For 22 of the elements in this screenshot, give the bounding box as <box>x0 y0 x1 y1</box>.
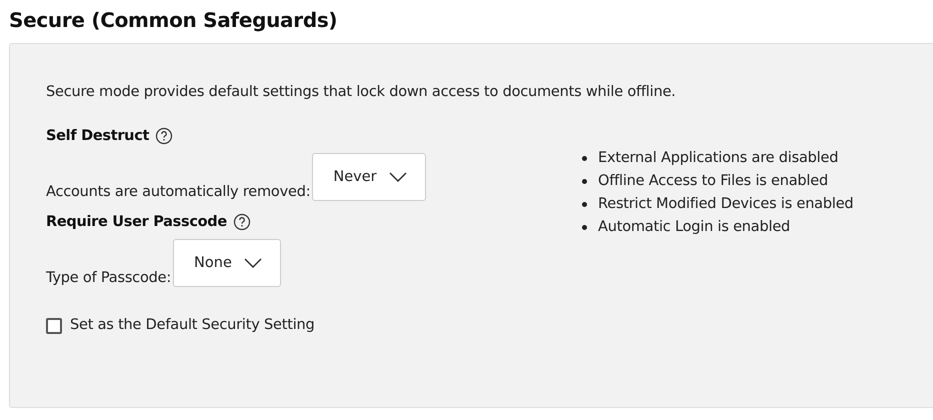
bullet-icon <box>582 224 587 230</box>
setting-heading: Self Destruct <box>46 128 150 144</box>
feature-item: External Applications are disabled <box>598 150 838 166</box>
help-icon[interactable] <box>155 127 174 145</box>
help-icon[interactable] <box>232 213 251 231</box>
description-text: Secure mode provides default settings that lock down access to documents while offline. <box>46 84 677 100</box>
bullet-icon <box>582 178 587 184</box>
setting-label: Accounts are automatically removed: <box>46 184 310 201</box>
feature-item: Restrict Modified Devices is enabled <box>598 196 854 212</box>
dropdown[interactable]: Never <box>312 153 426 201</box>
bullet-icon <box>582 156 587 160</box>
feature-item: Automatic Login is enabled <box>598 219 790 235</box>
setting-heading: Require User Passcode <box>46 214 227 230</box>
bullet-icon <box>582 202 587 206</box>
checkbox[interactable] <box>46 318 62 334</box>
chevron-down-icon <box>388 172 407 182</box>
chevron-down-icon <box>244 258 262 268</box>
section-title: Secure (Common Safeguards) <box>9 8 338 32</box>
setting-label: Type of Passcode: <box>46 270 172 287</box>
checkbox-label: Set as the Default Security Setting <box>70 317 315 334</box>
dropdown[interactable]: None <box>173 239 281 287</box>
feature-item: Offline Access to Files is enabled <box>598 173 828 189</box>
